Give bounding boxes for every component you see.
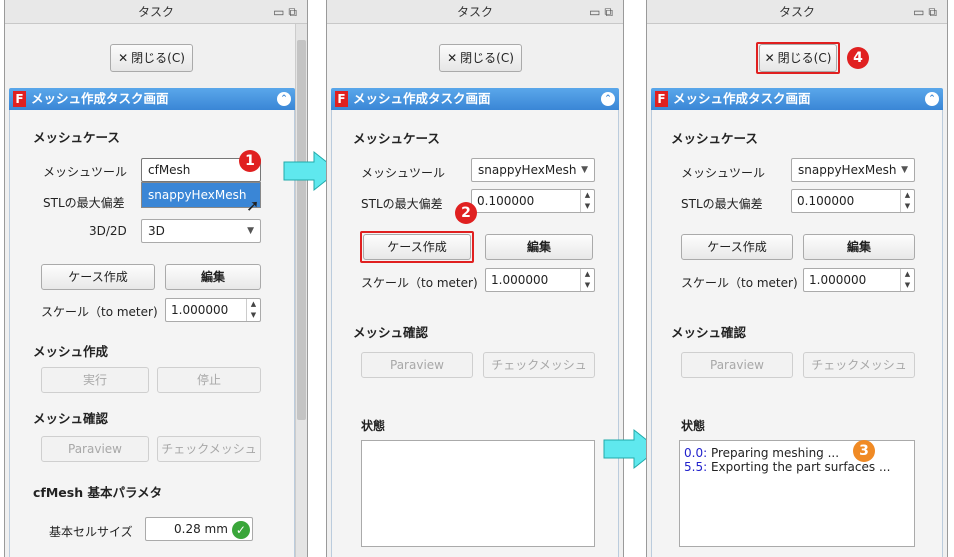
check-mesh-button[interactable]: チェックメッシュ bbox=[157, 436, 261, 462]
task-header[interactable]: F メッシュ作成タスク画面 ⌃ bbox=[651, 88, 943, 110]
status-line: 5.5: Exporting the part surfaces ... bbox=[684, 460, 891, 474]
section-mesh-case: メッシュケース bbox=[33, 130, 120, 145]
spin-arrows-icon[interactable]: ▲ ▼ bbox=[900, 190, 914, 212]
base-cell-size-label: 基本セルサイズ bbox=[49, 525, 133, 539]
status-label: 状態 bbox=[361, 419, 386, 433]
section-mesh-check: メッシュ確認 bbox=[353, 325, 429, 340]
stl-deviation-label: STLの最大偏差 bbox=[681, 197, 763, 211]
mesh-tool-dropdown[interactable]: snappyHexMesh bbox=[141, 182, 261, 208]
mesh-tool-combo[interactable]: snappyHexMesh ▼ bbox=[791, 158, 915, 182]
dock-titlebar: タスク ▭⧉ bbox=[5, 0, 307, 24]
scrollbar-thumb[interactable] bbox=[297, 40, 306, 420]
close-button[interactable]: ✕ 閉じる(C) bbox=[439, 44, 522, 72]
close-icon: ✕ bbox=[118, 51, 129, 65]
paraview-button[interactable]: Paraview bbox=[681, 352, 793, 378]
section-mesh-case: メッシュケース bbox=[671, 131, 758, 146]
collapse-icon[interactable]: ⌃ bbox=[925, 92, 939, 106]
dimension-label: 3D/2D bbox=[89, 224, 127, 238]
dock-window-icons[interactable]: ▭⧉ bbox=[273, 0, 301, 24]
edit-button[interactable]: 編集 bbox=[803, 234, 915, 260]
mesh-tool-label: メッシュツール bbox=[361, 166, 446, 180]
spin-arrows-icon[interactable]: ▲ ▼ bbox=[580, 190, 594, 212]
close-icon: ✕ bbox=[447, 51, 458, 65]
mouse-cursor-icon: ➚ bbox=[246, 196, 260, 215]
stl-deviation-spinbox[interactable]: 0.100000 ▲ ▼ bbox=[791, 189, 915, 213]
dimension-combo[interactable]: 3D ▼ bbox=[141, 219, 261, 243]
edit-button[interactable]: 編集 bbox=[165, 264, 261, 290]
section-mesh-check: メッシュ確認 bbox=[33, 411, 109, 426]
run-button[interactable]: 実行 bbox=[41, 367, 149, 393]
status-label: 状態 bbox=[681, 419, 706, 433]
dock-window-icons[interactable]: ▭⧉ bbox=[589, 0, 617, 24]
step-badge-2: 2 bbox=[455, 202, 477, 224]
stop-button[interactable]: 停止 bbox=[157, 367, 261, 393]
mesh-tool-label: メッシュツール bbox=[43, 165, 128, 179]
freecad-logo-icon: F bbox=[335, 91, 348, 107]
status-line: 0.0: Preparing meshing ... bbox=[684, 446, 840, 460]
spin-arrows-icon[interactable]: ▲ ▼ bbox=[580, 269, 594, 291]
check-mesh-button[interactable]: チェックメッシュ bbox=[803, 352, 915, 378]
scale-label: スケール（to meter) bbox=[361, 276, 478, 290]
edit-button[interactable]: 編集 bbox=[485, 234, 593, 260]
base-cell-size-field[interactable]: 0.28 mm ✓ bbox=[145, 517, 253, 541]
dropdown-option-snappyhexmesh[interactable]: snappyHexMesh bbox=[142, 183, 260, 207]
freecad-logo-icon: F bbox=[655, 91, 668, 107]
paraview-button[interactable]: Paraview bbox=[41, 436, 149, 462]
dock-title: タスク bbox=[456, 5, 493, 19]
dock-titlebar: タスク ▭⧉ bbox=[327, 0, 623, 24]
section-mesh-check: メッシュ確認 bbox=[671, 325, 747, 340]
create-case-button[interactable]: ケース作成 bbox=[681, 234, 793, 260]
task-header-title: メッシュ作成タスク画面 bbox=[31, 91, 169, 106]
step-badge-1: 1 bbox=[239, 150, 261, 172]
chevron-down-icon: ▼ bbox=[901, 165, 908, 175]
step-badge-4: 4 bbox=[847, 47, 869, 69]
section-mesh-case: メッシュケース bbox=[353, 131, 440, 146]
paraview-button[interactable]: Paraview bbox=[361, 352, 473, 378]
collapse-icon[interactable]: ⌃ bbox=[277, 92, 291, 106]
chevron-down-icon: ▼ bbox=[247, 226, 254, 236]
status-log: 0.0: Preparing meshing ... 5.5: Exportin… bbox=[679, 440, 915, 547]
collapse-icon[interactable]: ⌃ bbox=[601, 92, 615, 106]
create-case-button[interactable]: ケース作成 bbox=[41, 264, 155, 290]
task-panel-1: タスク ▭⧉ ✕ 閉じる(C) F メッシュ作成タスク画面 ⌃ メッシュケース メ… bbox=[4, 0, 308, 557]
spin-arrows-icon[interactable]: ▲ ▼ bbox=[246, 299, 260, 321]
scale-spinbox[interactable]: 1.000000 ▲ ▼ bbox=[485, 268, 595, 292]
scale-label: スケール（to meter) bbox=[681, 276, 798, 290]
step-badge-3: 3 bbox=[853, 440, 875, 462]
check-valid-icon: ✓ bbox=[231, 520, 250, 539]
section-mesh-create: メッシュ作成 bbox=[33, 344, 109, 359]
highlight-create-case bbox=[360, 231, 474, 263]
scrollbar[interactable] bbox=[295, 24, 307, 557]
task-header-title: メッシュ作成タスク画面 bbox=[353, 91, 491, 106]
chevron-down-icon: ▼ bbox=[581, 165, 588, 175]
dock-title: タスク bbox=[778, 5, 815, 19]
status-log bbox=[361, 440, 595, 547]
task-header-title: メッシュ作成タスク画面 bbox=[673, 91, 811, 106]
freecad-logo-icon: F bbox=[13, 91, 26, 107]
dock-titlebar: タスク ▭⧉ bbox=[647, 0, 947, 24]
task-panel-2: タスク ▭⧉ ✕ 閉じる(C) F メッシュ作成タスク画面 ⌃ メッシュケース メ… bbox=[326, 0, 624, 557]
highlight-close bbox=[756, 42, 840, 74]
scale-label: スケール（to meter) bbox=[41, 305, 158, 319]
close-button[interactable]: ✕ 閉じる(C) bbox=[110, 44, 193, 72]
stl-deviation-label: STLの最大偏差 bbox=[361, 197, 443, 211]
task-header[interactable]: F メッシュ作成タスク画面 ⌃ bbox=[331, 88, 619, 110]
stl-deviation-label: STLの最大偏差 bbox=[43, 196, 125, 210]
mesh-tool-combo[interactable]: snappyHexMesh ▼ bbox=[471, 158, 595, 182]
scale-spinbox[interactable]: 1.000000 ▲ ▼ bbox=[803, 268, 915, 292]
scale-spinbox[interactable]: 1.000000 ▲ ▼ bbox=[165, 298, 261, 322]
mesh-tool-label: メッシュツール bbox=[681, 166, 766, 180]
section-cfmesh-params: cfMesh 基本パラメタ bbox=[33, 485, 163, 500]
screenshot-stage: タスク ▭⧉ ✕ 閉じる(C) F メッシュ作成タスク画面 ⌃ メッシュケース メ… bbox=[0, 0, 954, 557]
task-panel-3: タスク ▭⧉ ✕ 閉じる(C) 4 F メッシュ作成タスク画面 ⌃ メッシュケース… bbox=[646, 0, 948, 557]
dock-title: タスク bbox=[137, 5, 174, 19]
check-mesh-button[interactable]: チェックメッシュ bbox=[483, 352, 595, 378]
dock-window-icons[interactable]: ▭⧉ bbox=[913, 0, 941, 24]
stl-deviation-spinbox[interactable]: 0.100000 ▲ ▼ bbox=[471, 189, 595, 213]
spin-arrows-icon[interactable]: ▲ ▼ bbox=[900, 269, 914, 291]
task-header[interactable]: F メッシュ作成タスク画面 ⌃ bbox=[9, 88, 295, 110]
